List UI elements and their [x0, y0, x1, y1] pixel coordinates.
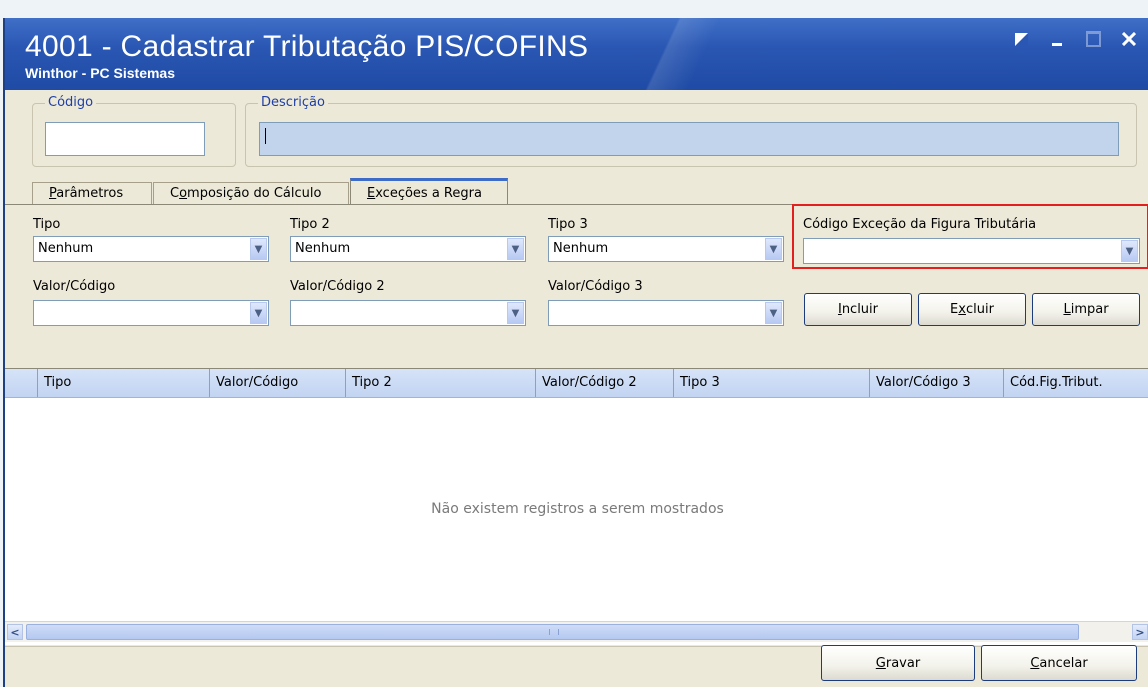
column-header-valor-codigo3[interactable]: Valor/Código 3: [869, 369, 1003, 397]
tab-composicao-calculo[interactable]: Composição do Cálculo: [153, 182, 349, 204]
restore-icon[interactable]: [1010, 28, 1032, 50]
maximize-icon[interactable]: [1082, 28, 1104, 50]
tipo2-select[interactable]: Nenhum ▼: [290, 236, 526, 262]
tipo3-label: Tipo 3: [548, 217, 588, 232]
valor-codigo3-label: Valor/Código 3: [548, 279, 643, 294]
tipo3-value: Nenhum: [553, 241, 609, 256]
scroll-left-icon[interactable]: <: [7, 624, 23, 640]
descricao-label: Descrição: [258, 95, 328, 110]
column-header-tipo3[interactable]: Tipo 3: [673, 369, 869, 397]
empty-grid-message: Não existem registros a serem mostrados: [431, 501, 724, 517]
tipo3-select[interactable]: Nenhum ▼: [548, 236, 784, 262]
chevron-down-icon[interactable]: ▼: [250, 302, 267, 324]
tipo-label: Tipo: [33, 217, 61, 232]
close-icon[interactable]: [1118, 28, 1140, 50]
window-subtitle: Winthor - PC Sistemas: [25, 65, 176, 81]
tab-parametros[interactable]: Parâmetros: [32, 182, 152, 204]
limpar-button[interactable]: Limpar: [1032, 293, 1140, 326]
chevron-down-icon[interactable]: ▼: [507, 238, 524, 260]
codigo-group: Código: [32, 95, 236, 167]
window-title: 4001 - Cadastrar Tributação PIS/COFINS: [25, 30, 589, 63]
valor-codigo2-select[interactable]: ▼: [290, 300, 526, 326]
tipo-select[interactable]: Nenhum ▼: [33, 236, 269, 262]
valor-codigo2-label: Valor/Código 2: [290, 279, 385, 294]
column-header-tipo2[interactable]: Tipo 2: [345, 369, 535, 397]
codigo-input[interactable]: [45, 122, 205, 156]
incluir-button[interactable]: Incluir: [804, 293, 912, 326]
chevron-down-icon[interactable]: ▼: [507, 302, 524, 324]
column-header-valor-codigo[interactable]: Valor/Código: [209, 369, 345, 397]
scroll-right-icon[interactable]: >: [1132, 624, 1148, 640]
horizontal-scrollbar[interactable]: < >: [5, 621, 1148, 642]
chevron-down-icon[interactable]: ▼: [765, 302, 782, 324]
main-window: 4001 - Cadastrar Tributação PIS/COFINS W…: [3, 18, 1148, 687]
tab-excecoes-regra[interactable]: Exceções a Regra: [350, 178, 508, 205]
footer-divider: [5, 646, 1148, 647]
descricao-group: Descrição: [245, 95, 1137, 167]
scroll-thumb[interactable]: [26, 624, 1079, 640]
highlight-box: [792, 204, 1148, 269]
tipo2-value: Nenhum: [295, 241, 351, 256]
minimize-icon[interactable]: [1046, 28, 1068, 50]
gravar-button[interactable]: Gravar: [821, 645, 975, 681]
valor-codigo-select[interactable]: ▼: [33, 300, 269, 326]
cancelar-button[interactable]: Cancelar: [981, 645, 1137, 681]
grid-header: Tipo Valor/Código Tipo 2 Valor/Código 2 …: [5, 369, 1148, 398]
data-grid[interactable]: Tipo Valor/Código Tipo 2 Valor/Código 2 …: [5, 368, 1148, 645]
chevron-down-icon[interactable]: ▼: [250, 238, 267, 260]
column-header-tipo[interactable]: Tipo: [37, 369, 209, 397]
tipo-value: Nenhum: [38, 241, 94, 256]
valor-codigo-label: Valor/Código: [33, 279, 116, 294]
excluir-button[interactable]: Ex cluir: [918, 293, 1026, 326]
valor-codigo3-select[interactable]: ▼: [548, 300, 784, 326]
tipo2-label: Tipo 2: [290, 217, 330, 232]
chevron-down-icon[interactable]: ▼: [765, 238, 782, 260]
descricao-input[interactable]: [259, 122, 1119, 156]
column-header-cod-fig-tribut[interactable]: Cód.Fig.Tribut.: [1003, 369, 1148, 397]
column-header-valor-codigo2[interactable]: Valor/Código 2: [535, 369, 673, 397]
codigo-label: Código: [45, 95, 97, 110]
title-bar[interactable]: 4001 - Cadastrar Tributação PIS/COFINS W…: [5, 18, 1148, 90]
text-cursor: [265, 128, 266, 144]
